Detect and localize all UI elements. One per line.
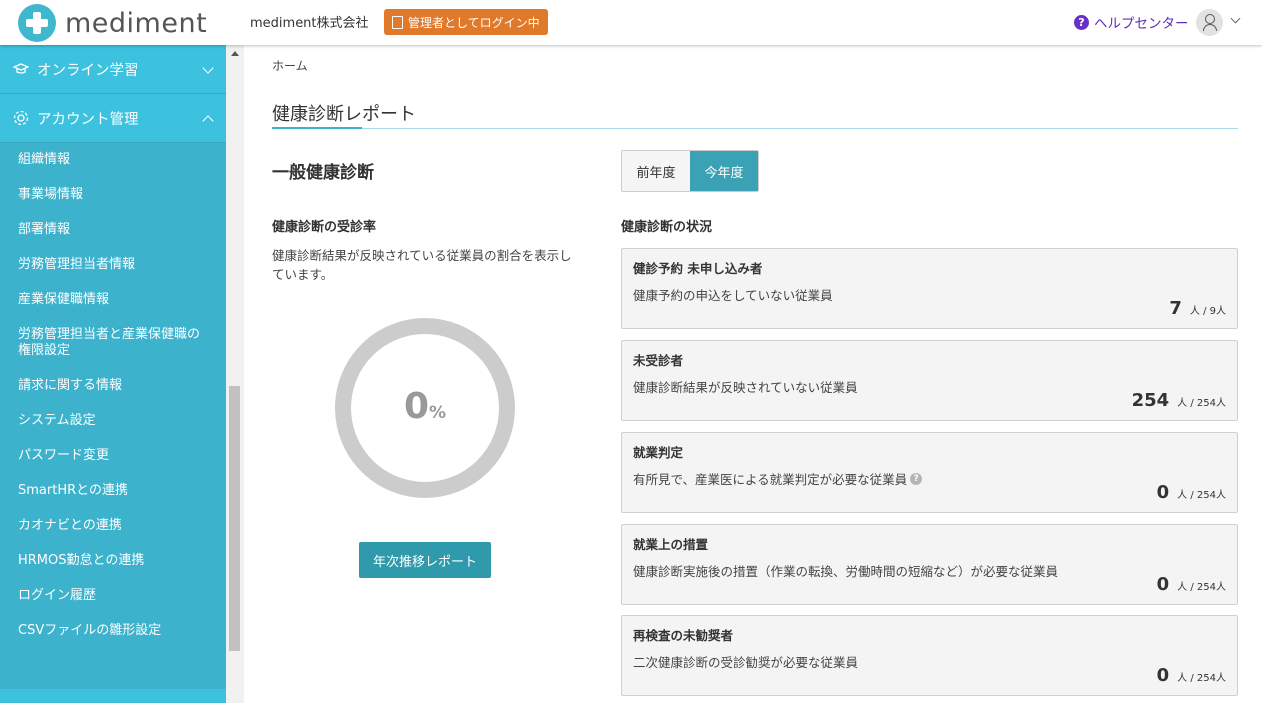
card-description: 有所見で、産業医による就業判定が必要な従業員? — [633, 469, 923, 488]
card-description-text: 健康診断実施後の措置（作業の転換、労働時間の短縮など）が必要な従業員 — [633, 564, 1059, 579]
sidebar-item-system-settings[interactable]: システム設定 — [0, 404, 226, 439]
card-title: 再検査の未勧奨者 — [633, 628, 734, 643]
logo-plus-icon — [18, 4, 56, 42]
title-accent — [272, 127, 362, 129]
sidebar-item-kaonavi[interactable]: カオナビとの連携 — [0, 509, 226, 544]
tab-current-year[interactable]: 今年度 — [690, 151, 758, 191]
card-title: 就業上の措置 — [633, 537, 709, 552]
status-card-unreserved[interactable]: 健診予約 未申し込み者 健康予約の申込をしていない従業員 7 人 / 9人 — [621, 248, 1238, 329]
rate-unit: % — [429, 403, 447, 423]
card-title: 健診予約 未申し込み者 — [633, 261, 763, 276]
sidebar-next-section[interactable] — [0, 689, 226, 703]
admin-login-badge: 管理者としてログイン中 — [384, 9, 548, 35]
user-avatar[interactable] — [1196, 9, 1223, 36]
status-card-work-measures[interactable]: 就業上の措置 健康診断実施後の措置（作業の転換、労働時間の短縮など）が必要な従業… — [621, 524, 1238, 605]
title-divider — [272, 128, 1238, 129]
card-title: 未受診者 — [633, 353, 684, 368]
company-name: mediment株式会社 — [250, 16, 369, 31]
sidebar-item-health-staff[interactable]: 産業保健職情報 — [0, 283, 226, 318]
help-center-link[interactable]: ? ヘルプセンター — [1074, 12, 1189, 32]
card-description: 健康診断実施後の措置（作業の転換、労働時間の短縮など）が必要な従業員 — [633, 561, 1058, 580]
status-card-reexam-unrecommended[interactable]: 再検査の未勧奨者 二次健康診断の受診勧奨が必要な従業員 0 人 / 254人 — [621, 615, 1238, 696]
chevron-down-icon[interactable] — [1230, 13, 1241, 24]
help-center-label: ヘルプセンター — [1094, 16, 1189, 32]
card-count: 0 人 / 254人 — [1157, 665, 1226, 686]
chevron-down-icon — [202, 62, 214, 74]
annual-trend-report-button[interactable]: 年次推移レポート — [359, 542, 491, 578]
card-count-value: 0 — [1156, 665, 1170, 686]
rate-description: 健康診断結果が反映されている従業員の割合を表示しています。 — [272, 248, 572, 282]
card-count-value: 254 — [1131, 390, 1170, 411]
gear-icon — [12, 109, 30, 127]
section-title: 一般健康診断 — [272, 163, 374, 183]
rate-number: 0 — [403, 386, 429, 427]
rate-title: 健康診断の受診率 — [272, 220, 377, 235]
help-info-icon[interactable]: ? — [910, 472, 923, 485]
card-count: 0 人 / 254人 — [1157, 574, 1226, 595]
chevron-up-icon — [202, 115, 214, 127]
card-description: 二次健康診断の受診勧奨が必要な従業員 — [633, 652, 858, 671]
building-icon — [392, 15, 403, 29]
card-count-total: 人 / 254人 — [1177, 673, 1226, 684]
card-count-total: 人 / 9人 — [1189, 306, 1226, 317]
sidebar-item-business-site[interactable]: 事業場情報 — [0, 178, 226, 213]
status-card-not-examined[interactable]: 未受診者 健康診断結果が反映されていない従業員 254 人 / 254人 — [621, 340, 1238, 421]
sidebar-item-hrmos[interactable]: HRMOS勤怠との連携 — [0, 544, 226, 579]
graduation-cap-icon — [12, 60, 30, 78]
card-description-text: 有所見で、産業医による就業判定が必要な従業員 — [633, 472, 908, 487]
sidebar-item-password[interactable]: パスワード変更 — [0, 439, 226, 474]
page-title: 健康診断レポート — [272, 104, 416, 125]
year-toggle: 前年度 今年度 — [621, 150, 759, 192]
card-description-text: 二次健康診断の受診勧奨が必要な従業員 — [633, 655, 859, 670]
card-count-value: 0 — [1156, 574, 1170, 595]
sidebar-scrollbar[interactable] — [226, 45, 244, 703]
sidebar-section-label: オンライン学習 — [37, 62, 139, 79]
top-header: mediment mediment株式会社 管理者としてログイン中 ? ヘルプセ… — [0, 0, 1262, 45]
admin-badge-label: 管理者としてログイン中 — [408, 15, 540, 30]
card-count-total: 人 / 254人 — [1177, 490, 1226, 501]
card-description-text: 健康予約の申込をしていない従業員 — [633, 288, 833, 303]
question-icon: ? — [1074, 14, 1089, 30]
sidebar-item-login-history[interactable]: ログイン履歴 — [0, 579, 226, 614]
breadcrumb[interactable]: ホーム — [272, 57, 308, 74]
card-count-value: 7 — [1169, 298, 1182, 319]
card-description: 健康予約の申込をしていない従業員 — [633, 285, 833, 304]
scrollbar-thumb[interactable] — [229, 386, 240, 651]
sidebar-section-label: アカウント管理 — [37, 111, 139, 128]
sidebar-item-labor-manager[interactable]: 労務管理担当者情報 — [0, 248, 226, 283]
card-count: 7 人 / 9人 — [1169, 298, 1226, 319]
status-card-work-judgment[interactable]: 就業判定 有所見で、産業医による就業判定が必要な従業員? 0 人 / 254人 — [621, 432, 1238, 513]
sidebar-item-organization[interactable]: 組織情報 — [0, 143, 226, 178]
sidebar-item-billing[interactable]: 請求に関する情報 — [0, 369, 226, 404]
sidebar-item-permission-settings[interactable]: 労務管理担当者と産業保健職の権限設定 — [0, 318, 226, 369]
card-count-value: 0 — [1156, 482, 1170, 503]
card-count: 0 人 / 254人 — [1157, 482, 1226, 503]
logo[interactable]: mediment — [18, 4, 207, 42]
card-count-total: 人 / 254人 — [1177, 582, 1226, 593]
card-count: 254 人 / 254人 — [1132, 390, 1226, 411]
logo-text: mediment — [65, 7, 208, 39]
card-description-text: 健康診断結果が反映されていない従業員 — [633, 380, 858, 395]
sidebar-item-smarthr[interactable]: SmartHRとの連携 — [0, 474, 226, 509]
tab-previous-year[interactable]: 前年度 — [622, 151, 690, 191]
sidebar: オンライン学習 アカウント管理 組織情報 事業場情報 部署情報 労務管理担当者情… — [0, 45, 226, 703]
card-description: 健康診断結果が反映されていない従業員 — [633, 377, 858, 396]
scroll-up-arrow-icon[interactable] — [231, 51, 239, 56]
sidebar-item-department[interactable]: 部署情報 — [0, 213, 226, 248]
sidebar-section-account[interactable]: アカウント管理 — [0, 94, 226, 143]
card-title: 就業判定 — [633, 445, 684, 460]
sidebar-section-online-learning[interactable]: オンライン学習 — [0, 45, 226, 94]
status-title: 健康診断の状況 — [621, 220, 713, 235]
card-count-total: 人 / 254人 — [1177, 398, 1226, 409]
sidebar-item-csv-template[interactable]: CSVファイルの雛形設定 — [0, 614, 226, 649]
rate-value: 0% — [335, 386, 515, 427]
